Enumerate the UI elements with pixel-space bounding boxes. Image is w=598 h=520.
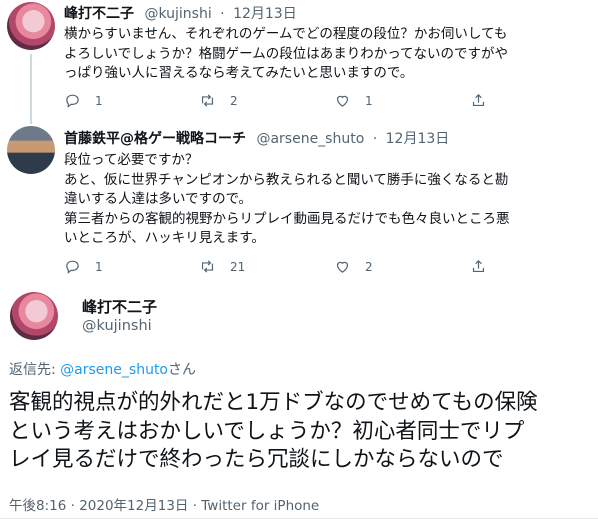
user-handle[interactable]: @arsene_shuto bbox=[256, 131, 364, 147]
like-count: 1 bbox=[365, 93, 373, 108]
text-line: よろしいでしょうか？格闘ゲームの段位はあまりわかってないのですがや bbox=[64, 45, 509, 62]
tweet-actions: 1 21 2 bbox=[64, 258, 584, 276]
display-name[interactable]: 峰打不二子 bbox=[64, 6, 134, 22]
like-button[interactable]: 1 bbox=[334, 92, 373, 109]
timestamp[interactable]: 午後8:16 · 2020年12月13日 · bbox=[9, 498, 201, 514]
like-icon bbox=[336, 95, 349, 107]
avatar[interactable] bbox=[7, 2, 55, 50]
avatar[interactable] bbox=[10, 292, 58, 340]
text-line: 段位って必要ですか？ bbox=[64, 152, 199, 168]
tweet-actions: 1 2 1 bbox=[64, 92, 584, 110]
text-line: 第三者からの客観的視野からリプレイ動画見るだけでも色々良いところ悪 bbox=[64, 210, 510, 227]
text-line: いところが、ハッキリ見えます。 bbox=[64, 230, 265, 246]
thread-line bbox=[30, 54, 32, 124]
retweet-count: 2 bbox=[230, 93, 238, 108]
retweet-count: 21 bbox=[230, 259, 246, 274]
tweet-2[interactable]: 首藤鉄平@格ゲー戦略コーチ @arsene_shuto · 12月13日 段位っ… bbox=[0, 124, 598, 284]
tweet-text: 横からすいません、それぞれのゲームでどの程度の段位？かお伺いしても よろしいでし… bbox=[64, 25, 594, 84]
like-button[interactable]: 2 bbox=[334, 258, 373, 275]
like-icon bbox=[336, 261, 349, 273]
tweet-header: 首藤鉄平@格ゲー戦略コーチ @arsene_shuto · 12月13日 bbox=[64, 128, 449, 148]
separator-dot: · bbox=[220, 6, 225, 22]
user-handle[interactable]: @kujinshi bbox=[144, 6, 211, 22]
tweet-date[interactable]: 12月13日 bbox=[386, 131, 450, 147]
avatar[interactable] bbox=[7, 126, 55, 174]
reply-suffix: さん bbox=[168, 362, 196, 378]
reply-icon bbox=[66, 94, 79, 108]
reply-prefix: 返信先: bbox=[9, 362, 61, 378]
reply-icon bbox=[66, 260, 79, 274]
separator-dot: · bbox=[372, 131, 378, 147]
text-line: という考えはおかしいでしょうか？初心者同士でリプ bbox=[9, 418, 525, 444]
text-line: レイ見るだけで終わったら冗談にしかならないので bbox=[9, 447, 504, 472]
share-button[interactable] bbox=[470, 92, 487, 109]
retweet-icon bbox=[201, 260, 214, 273]
reply-button[interactable]: 1 bbox=[64, 92, 103, 109]
tweet-meta: 午後8:16 · 2020年12月13日 · Twitter for iPhon… bbox=[9, 494, 319, 514]
reply-button[interactable]: 1 bbox=[64, 258, 103, 275]
tweet-header: 峰打不二子 @kujinshi · 12月13日 bbox=[64, 3, 297, 23]
retweet-icon bbox=[201, 94, 214, 107]
text-line: 横からすいません、それぞれのゲームでどの程度の段位？かお伺いしても bbox=[64, 26, 508, 42]
source-link[interactable]: Twitter for iPhone bbox=[201, 498, 319, 514]
like-count: 2 bbox=[365, 259, 373, 274]
retweet-button[interactable]: 2 bbox=[199, 92, 238, 109]
tweet-text: 段位って必要ですか？ あと、仮に世界チャンピオンから教えられると聞いて勝手に強く… bbox=[64, 151, 594, 249]
display-name[interactable]: 首藤鉄平@格ゲー戦略コーチ bbox=[64, 131, 246, 147]
text-line: 違いする人達は多いですので。 bbox=[64, 191, 253, 207]
share-button[interactable] bbox=[470, 258, 487, 275]
tweet-1[interactable]: 峰打不二子 @kujinshi · 12月13日 横からすいません、それぞれのゲ… bbox=[0, 0, 598, 124]
text-line: っぱり強い人に習えるなら考えてみたいと思いますので。 bbox=[64, 65, 414, 81]
share-icon bbox=[472, 259, 485, 273]
share-icon bbox=[472, 93, 485, 107]
reply-count: 1 bbox=[95, 259, 103, 274]
reply-count: 1 bbox=[95, 93, 103, 108]
retweet-button[interactable]: 21 bbox=[199, 258, 245, 275]
main-tweet-text: 客観的視点が的外れだと1万ドブなのでせめてもの保険 という考えはおかしいでしょう… bbox=[9, 389, 594, 475]
reply-mention-link[interactable]: @arsene_shuto bbox=[60, 362, 168, 378]
tweet-date[interactable]: 12月13日 bbox=[233, 6, 297, 22]
divider bbox=[0, 518, 598, 519]
reply-to-line: 返信先: @arsene_shutoさん bbox=[9, 359, 196, 379]
text-line: 客観的視点が的外れだと1万ドブなのでせめてもの保険 bbox=[9, 390, 538, 415]
text-line: あと、仮に世界チャンピオンから教えられると聞いて勝手に強くなると勘 bbox=[64, 171, 509, 188]
display-name[interactable]: 峰打不二子 bbox=[82, 296, 157, 317]
user-handle[interactable]: @kujinshi bbox=[82, 318, 152, 334]
